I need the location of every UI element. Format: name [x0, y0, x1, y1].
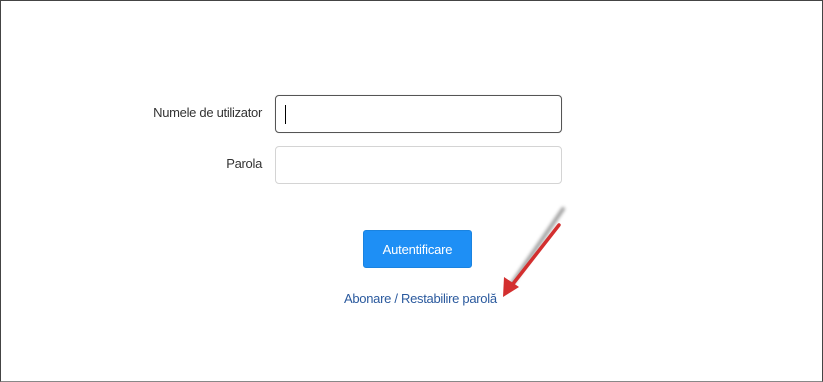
register-reset-password-link[interactable]: Abonare / Restabilire parolă — [344, 291, 497, 306]
username-label: Numele de utilizator — [153, 105, 262, 120]
page-frame: Numele de utilizator Parola Autentificar… — [0, 0, 823, 382]
password-field[interactable] — [275, 146, 562, 184]
arrow-shaft — [507, 223, 561, 291]
password-input[interactable] — [276, 147, 561, 183]
red-arrow-annotation-icon — [503, 207, 565, 297]
username-field[interactable] — [275, 95, 562, 133]
text-caret — [285, 105, 286, 124]
password-label: Parola — [226, 156, 262, 171]
username-input[interactable] — [276, 96, 561, 132]
login-button[interactable]: Autentificare — [363, 230, 472, 268]
